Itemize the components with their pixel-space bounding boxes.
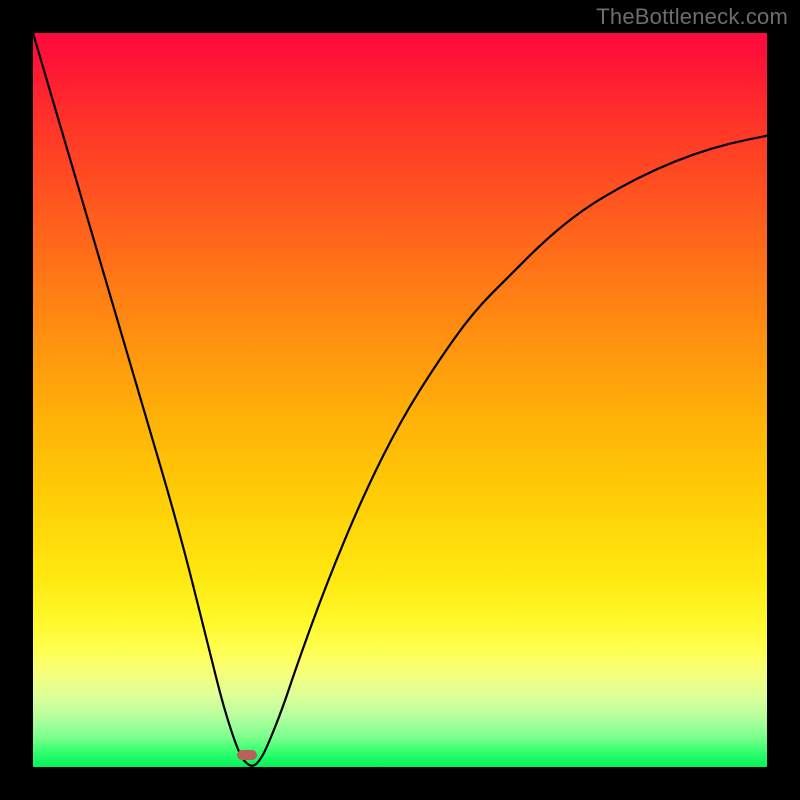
watermark-text: TheBottleneck.com: [596, 4, 788, 30]
chart-frame: TheBottleneck.com: [0, 0, 800, 800]
bottleneck-curve: [33, 33, 767, 767]
optimal-point-marker: [237, 750, 257, 760]
plot-area: [33, 33, 767, 767]
